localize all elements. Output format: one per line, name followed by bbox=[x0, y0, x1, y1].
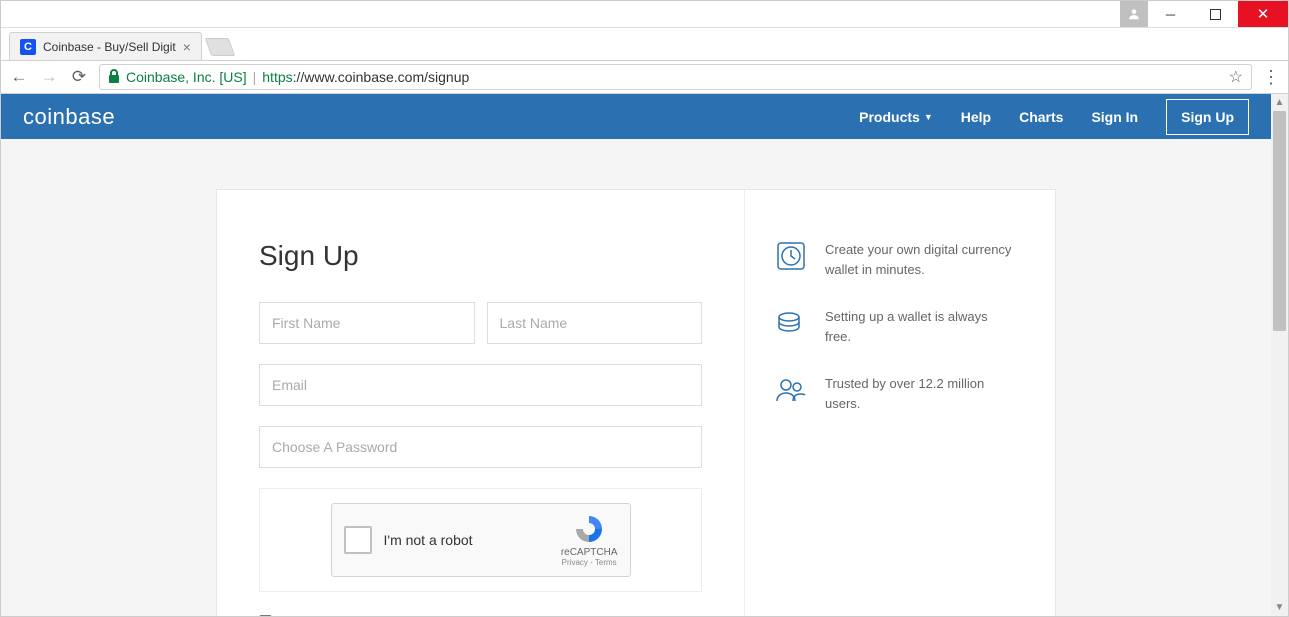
page-content: coinbase Products ▼ Help Charts Sign In … bbox=[1, 94, 1271, 616]
page-title: Sign Up bbox=[259, 240, 702, 272]
url: https://www.coinbase.com/signup bbox=[262, 69, 469, 85]
tab-strip: C Coinbase - Buy/Sell Digit × bbox=[1, 28, 1288, 60]
consent-text: I certify that I am 18 years of age or o… bbox=[280, 612, 702, 616]
chevron-down-icon: ▼ bbox=[924, 112, 933, 122]
browser-menu-button[interactable]: ⋮ bbox=[1262, 67, 1280, 88]
consent-checkbox[interactable] bbox=[259, 615, 272, 616]
info-item-3: Trusted by over 12.2 million users. bbox=[775, 374, 1015, 413]
password-input[interactable] bbox=[259, 426, 702, 468]
window-close-button[interactable]: ✕ bbox=[1238, 1, 1288, 27]
last-name-input[interactable] bbox=[487, 302, 703, 344]
info-text-3: Trusted by over 12.2 million users. bbox=[825, 374, 1015, 413]
nav-signup-button[interactable]: Sign Up bbox=[1166, 99, 1249, 135]
scroll-thumb[interactable] bbox=[1273, 111, 1286, 331]
scroll-down-arrow[interactable]: ▼ bbox=[1271, 599, 1288, 616]
recaptcha-label: I'm not a robot bbox=[384, 532, 549, 548]
lock-icon bbox=[108, 69, 120, 86]
nav-products[interactable]: Products ▼ bbox=[859, 109, 933, 125]
recaptcha-logo-icon bbox=[573, 513, 605, 545]
recaptcha-widget[interactable]: I'm not a robot reCAPTCHA Privacy - Term… bbox=[331, 503, 631, 577]
browser-tab[interactable]: C Coinbase - Buy/Sell Digit × bbox=[9, 32, 202, 60]
new-tab-button[interactable] bbox=[205, 38, 236, 56]
consent-row: I certify that I am 18 years of age or o… bbox=[259, 612, 702, 616]
user-icon[interactable] bbox=[1120, 1, 1148, 27]
nav-signin[interactable]: Sign In bbox=[1091, 109, 1138, 125]
back-button[interactable]: ← bbox=[9, 67, 29, 87]
info-item-2: Setting up a wallet is always free. bbox=[775, 307, 1015, 346]
info-text-2: Setting up a wallet is always free. bbox=[825, 307, 1015, 346]
address-bar[interactable]: Coinbase, Inc. [US] | https://www.coinba… bbox=[99, 64, 1252, 90]
window-titlebar: ─ ✕ bbox=[1, 1, 1288, 28]
email-input[interactable] bbox=[259, 364, 702, 406]
separator: | bbox=[253, 69, 257, 85]
recaptcha-brand-text: reCAPTCHA bbox=[561, 547, 618, 558]
vertical-scrollbar[interactable]: ▲ ▼ bbox=[1271, 94, 1288, 616]
window-maximize-button[interactable] bbox=[1193, 1, 1238, 27]
bookmark-star-icon[interactable]: ☆ bbox=[1229, 67, 1243, 87]
nav-help[interactable]: Help bbox=[961, 109, 991, 125]
nav-charts[interactable]: Charts bbox=[1019, 109, 1063, 125]
tab-title: Coinbase - Buy/Sell Digit bbox=[43, 40, 176, 54]
viewport: coinbase Products ▼ Help Charts Sign In … bbox=[1, 94, 1288, 616]
coinbase-logo[interactable]: coinbase bbox=[23, 104, 115, 130]
window-minimize-button[interactable]: ─ bbox=[1148, 1, 1193, 27]
signup-form: Sign Up I'm not a robot bbox=[217, 190, 745, 616]
info-panel: Create your own digital currency wallet … bbox=[745, 190, 1055, 616]
forward-button[interactable]: → bbox=[39, 67, 59, 87]
tab-close-button[interactable]: × bbox=[183, 39, 191, 55]
first-name-input[interactable] bbox=[259, 302, 475, 344]
info-item-1: Create your own digital currency wallet … bbox=[775, 240, 1015, 279]
site-header: coinbase Products ▼ Help Charts Sign In … bbox=[1, 94, 1271, 139]
main-nav: Products ▼ Help Charts Sign In Sign Up bbox=[859, 99, 1249, 135]
signup-card: Sign Up I'm not a robot bbox=[216, 189, 1056, 616]
ev-cert-name: Coinbase, Inc. [US] bbox=[126, 69, 247, 85]
nav-products-label: Products bbox=[859, 109, 920, 125]
recaptcha-branding: reCAPTCHA Privacy - Terms bbox=[561, 513, 618, 567]
recaptcha-container: I'm not a robot reCAPTCHA Privacy - Term… bbox=[259, 488, 702, 592]
favicon-icon: C bbox=[20, 39, 36, 55]
recaptcha-links[interactable]: Privacy - Terms bbox=[561, 558, 618, 567]
info-text-1: Create your own digital currency wallet … bbox=[825, 240, 1015, 279]
reload-button[interactable]: ⟳ bbox=[69, 67, 89, 87]
clock-icon bbox=[775, 240, 807, 272]
scroll-up-arrow[interactable]: ▲ bbox=[1271, 94, 1288, 111]
coins-icon bbox=[775, 307, 807, 339]
browser-toolbar: ← → ⟳ Coinbase, Inc. [US] | https://www.… bbox=[1, 60, 1288, 94]
scroll-track[interactable] bbox=[1271, 111, 1288, 599]
recaptcha-checkbox[interactable] bbox=[344, 526, 372, 554]
users-icon bbox=[775, 374, 807, 406]
